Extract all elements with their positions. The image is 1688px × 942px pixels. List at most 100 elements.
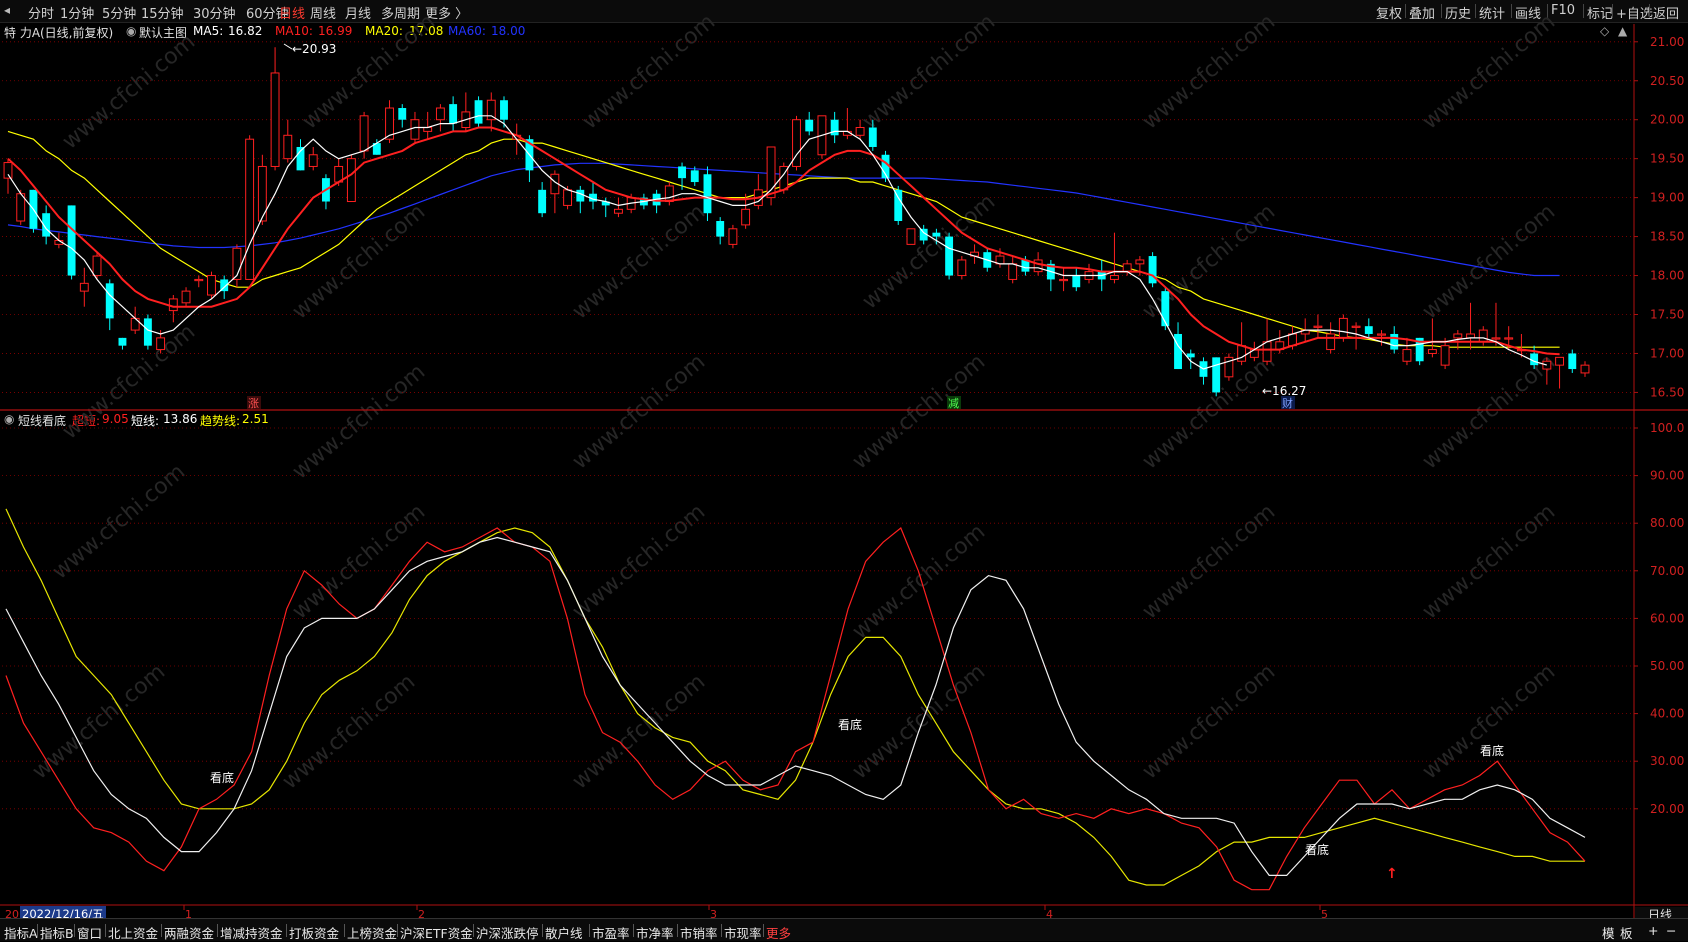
candle-body-down [500,100,508,120]
bottom-tab-7[interactable]: 上榜资金 [347,923,397,942]
candle-body-down [1364,326,1373,334]
candle-body-up [1059,278,1069,282]
ind-tick-label: 30.00 [1650,754,1684,768]
bottom-right-btn-0[interactable]: 模 [1602,923,1615,942]
candle-body-up [1008,263,1018,280]
candle-body-down [105,283,114,319]
candle-body-up [1466,333,1475,339]
bottom-tab-10[interactable]: 散户线 [545,923,583,942]
candle-body-up [1491,337,1501,340]
watermark-text: www.cfchi.com [568,199,710,324]
kandi-label: 看底 [1480,743,1504,758]
candle-body-up [79,282,89,292]
price-tick-label: 21.00 [1650,35,1684,49]
low-price-label: ←16.27 [1262,384,1306,398]
cursor-date: 2022/12/16/五 [22,907,104,918]
price-tick-label: 20.50 [1650,74,1684,88]
candle-body-up [1326,333,1336,351]
bottom-tab-3[interactable]: 北上资金 [108,923,158,942]
watermark-text: www.cfchi.com [848,519,990,644]
candle-body-up [194,278,204,282]
month-label: 1 [185,908,192,918]
watermark-text: www.cfchi.com [1418,499,1560,624]
bottom-tab-0[interactable]: 指标A [4,923,38,942]
bottom-right-btn-2[interactable]: + [1648,923,1658,938]
candle-body-up [1555,356,1565,366]
candle-body-up [563,189,573,206]
bottom-tab-4[interactable]: 两融资金 [164,923,214,942]
bottom-right-btn-3[interactable]: − [1666,923,1676,938]
ind-tick-label: 90.00 [1650,469,1684,483]
bottom-tab-15[interactable]: 更多 [766,923,791,942]
bottom-right-btn-1[interactable]: 板 [1620,923,1633,942]
candle-body-up [1110,275,1119,280]
candle-body-down [143,318,152,346]
bottom-tab-11[interactable]: 市盈率 [592,923,630,942]
candle-body-up [1351,325,1361,328]
candle-body-up [1427,349,1437,354]
candle-body-down [678,166,686,179]
bottom-separator [677,924,678,937]
candle-body-down [868,127,877,147]
bottom-separator [542,924,543,937]
candle-body-up [1453,333,1463,339]
bottom-tab-13[interactable]: 市销率 [680,923,718,942]
watermark-text: www.cfchi.com [58,29,200,154]
bottom-tab-2[interactable]: 窗口 [77,923,102,942]
candle-body-up [181,290,191,304]
watermark-text: www.cfchi.com [1138,9,1280,134]
candle-body-down [932,232,941,237]
candle-body-down [474,100,483,124]
candle-body-down [1161,291,1170,327]
candle-body-down [449,104,458,124]
candle-body-up [1122,263,1132,273]
candle-body-down [1186,353,1195,358]
candle-layer [3,47,1590,397]
bottom-separator [589,924,590,937]
bottom-tab-5[interactable]: 增减持资金 [220,923,283,942]
bottom-separator [286,924,287,937]
candle-body-up [1262,341,1272,362]
watermark-text: www.cfchi.com [568,499,710,624]
watermark-text: www.cfchi.com [288,359,430,484]
candle-body-up [283,134,293,160]
month-label: 3 [710,908,717,918]
axis-corner-label: 日线 [1648,908,1672,918]
price-tick-label: 17.00 [1650,346,1684,360]
candle-body-up [664,185,674,203]
candle-body-down [1568,353,1577,370]
candle-body-up [270,72,280,167]
ind-tick-label: 20.00 [1650,802,1684,816]
candle-body-up [1478,329,1488,343]
cai-badge: 财 [1282,396,1293,410]
candle-body-up [1402,349,1412,362]
ind-tick-label: 80.00 [1650,516,1684,530]
ind-tick-label: 100.0 [1650,421,1684,435]
watermark-text: www.cfchi.com [1418,199,1560,324]
candle-body-up [359,115,369,152]
bottom-tab-14[interactable]: 市现率 [724,923,762,942]
candle-body-up [1542,360,1552,370]
watermark-text: www.cfchi.com [48,459,190,584]
kline-chart[interactable]: www.cfchi.com www.cfchi.com www.cfchi.com w… [0,0,1688,918]
candle-body-down [538,189,547,214]
kandi-label: 看底 [210,770,234,785]
watermark-text: www.cfchi.com [1138,349,1280,474]
candle-body-down [67,205,76,276]
bottom-tab-8[interactable]: 沪深ETF资金 [400,923,473,942]
bottom-separator [74,924,75,937]
high-marker-line [283,43,293,50]
candle-body-up [1135,259,1145,265]
candle-body-up [1504,337,1514,340]
bottom-tab-12[interactable]: 市净率 [636,923,674,942]
candle-body-down [716,221,725,237]
price-tick-label: 19.50 [1650,152,1684,166]
bottom-tab-6[interactable]: 打板资金 [289,923,339,942]
ind-tick-label: 50.00 [1650,659,1684,673]
candle-body-down [118,337,127,346]
watermark-text: www.cfchi.com [1138,199,1280,324]
price-tick-label: 17.50 [1650,308,1684,322]
bottom-tab-9[interactable]: 沪深涨跌停 [476,923,539,942]
candle-body-down [945,236,954,276]
bottom-tab-1[interactable]: 指标B [40,923,74,942]
